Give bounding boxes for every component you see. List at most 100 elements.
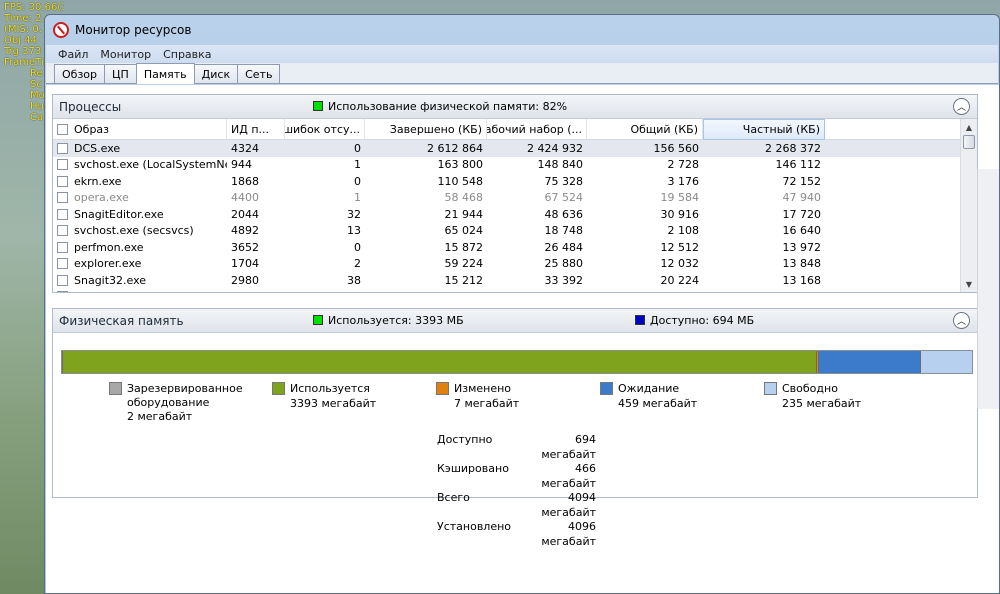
col-pid[interactable]: ИД п...	[227, 119, 285, 140]
legend-value: 3393 мегабайт	[290, 397, 377, 410]
menu-file[interactable]: Файл	[58, 48, 88, 61]
table-row[interactable]: explorer.exe 1704 2 59 224 25 880 12 032 13 84…	[53, 256, 977, 273]
col-private[interactable]: Частный (КБ)	[703, 119, 825, 140]
table-cell: 12 512	[660, 240, 700, 254]
table-row[interactable]: svchost.exe (secsvcs) 4892 13 65 024 18 748 2…	[53, 223, 977, 240]
collapse-physical-memory-button[interactable]: ︿	[953, 312, 970, 329]
table-row[interactable]: svchost.exe (netsvcs) 976430 55217 0527 6…	[53, 289, 977, 292]
resource-monitor-icon	[53, 22, 69, 38]
table-cell: 2044	[231, 207, 259, 221]
table-cell: 17 720	[782, 207, 822, 221]
table-cell: 1868	[231, 174, 259, 188]
table-cell: 1	[354, 191, 361, 205]
col-working-set[interactable]: Рабочий набор (...	[487, 119, 587, 140]
process-checkbox[interactable]	[57, 142, 68, 154]
table-row[interactable]: svchost.exe (LocalSystemNet... 944 1 163 80…	[53, 157, 977, 174]
tab-network[interactable]: Сеть	[237, 64, 281, 83]
menu-help[interactable]: Справка	[163, 48, 211, 61]
table-cell: 25 880	[544, 257, 584, 271]
table-cell: 58 468	[444, 191, 484, 205]
process-checkbox[interactable]	[57, 208, 68, 220]
col-hard-faults[interactable]: Ошибок отсу...	[285, 119, 365, 140]
available-label: Доступно: 694 МБ	[650, 314, 755, 327]
table-row[interactable]: opera.exe 4400 1 58 468 67 524 19 584 47 940	[53, 190, 977, 207]
table-row[interactable]: perfmon.exe 3652 0 15 872 26 484 12 512 13 972	[53, 239, 977, 256]
table-row[interactable]: SnagitEditor.exe 2044 32 21 944 48 636 30 916…	[53, 206, 977, 223]
table-cell: 13	[347, 224, 361, 238]
table-cell: 156 560	[653, 141, 700, 155]
legend-reserved: Зарезервированное оборудование 2 мегабай…	[109, 382, 247, 424]
table-cell: 1	[354, 158, 361, 172]
scroll-thumb[interactable]	[963, 135, 975, 149]
table-row[interactable]: ekrn.exe 1868 0 110 548 75 328 3 176 72 152	[53, 173, 977, 190]
table-row[interactable]: Snagit32.exe 2980 38 15 212 33 392 20 224 13 1…	[53, 272, 977, 289]
table-cell: 33 392	[544, 273, 584, 287]
table-cell: 7 676	[587, 290, 703, 292]
legend-color-square	[109, 382, 122, 395]
col-commit[interactable]: Завершено (КБ)	[365, 119, 487, 140]
legend-color-square	[272, 382, 285, 395]
menu-monitor[interactable]: Монитор	[100, 48, 151, 61]
tab-cpu[interactable]: ЦП	[104, 64, 137, 83]
stat-key: Всего	[437, 491, 470, 504]
table-cell: 13 972	[782, 240, 822, 254]
process-name-cell: Snagit32.exe	[53, 274, 227, 287]
process-name-cell: svchost.exe (secsvcs)	[53, 224, 227, 237]
physical-memory-title: Физическая память	[59, 313, 184, 328]
collapse-processes-button[interactable]: ︿	[953, 98, 970, 115]
table-cell: 21 944	[444, 207, 484, 221]
memory-usage-bar	[61, 350, 973, 374]
table-scrollbar[interactable]: ▲ ▼	[960, 119, 977, 292]
title-bar[interactable]: Монитор ресурсов	[45, 15, 999, 45]
physical-memory-header[interactable]: Физическая память Используется: 3393 МБ …	[53, 309, 977, 333]
stat-value: 466 мегабайт	[541, 462, 596, 490]
process-checkbox[interactable]	[57, 241, 68, 253]
process-checkbox[interactable]	[57, 175, 68, 187]
table-cell: 15 212	[444, 273, 484, 287]
process-checkbox[interactable]	[57, 225, 68, 237]
window-scrollbar[interactable]	[977, 169, 999, 409]
process-name-cell: ekrn.exe	[53, 175, 227, 188]
select-all-checkbox[interactable]	[57, 124, 68, 135]
table-cell: 4	[285, 290, 365, 292]
stat-value: 4096 мегабайт	[541, 520, 596, 548]
tab-bar: Обзор ЦП Память Диск Сеть	[46, 63, 998, 84]
table-cell: 163 800	[437, 158, 484, 172]
memory-usage-label: Использование физической памяти: 82%	[328, 100, 568, 113]
memory-stats: Доступно 694 мегабайт Кэшировано 466 мегаб…	[437, 433, 596, 549]
process-name-cell: svchost.exe (netsvcs)	[53, 290, 227, 292]
tab-disk[interactable]: Диск	[193, 64, 239, 83]
window-title: Монитор ресурсов	[75, 23, 192, 37]
process-checkbox[interactable]	[57, 291, 68, 292]
process-checkbox[interactable]	[57, 258, 68, 270]
stat-key: Доступно	[437, 433, 493, 446]
processes-header[interactable]: Процессы Использование физической памяти…	[53, 95, 977, 119]
table-cell: 3 176	[667, 174, 700, 188]
process-name: opera.exe	[74, 191, 129, 205]
table-cell: 17 052	[487, 290, 587, 292]
available-info: Доступно: 694 МБ	[635, 314, 754, 327]
tab-overview[interactable]: Обзор	[54, 64, 106, 83]
legend-color-square	[436, 382, 449, 395]
tab-memory[interactable]: Память	[135, 63, 195, 84]
col-image[interactable]: Образ	[53, 119, 227, 140]
col-image-label: Образ	[74, 123, 110, 136]
used-color-square	[313, 315, 323, 325]
table-cell: 2 612 864	[427, 141, 483, 155]
table-cell: 30 552	[365, 290, 487, 292]
table-cell: 47 940	[782, 191, 822, 205]
table-row[interactable]: DCS.exe 4324 0 2 612 864 2 424 932 156 560 2 2…	[53, 140, 977, 157]
legend-label: Зарезервированное оборудование	[127, 382, 243, 409]
scroll-down-icon[interactable]: ▼	[961, 276, 977, 292]
scroll-up-icon[interactable]: ▲	[961, 119, 977, 135]
stat-key: Кэшировано	[437, 462, 509, 475]
table-cell: 19 584	[660, 191, 700, 205]
col-shareable[interactable]: Общий (КБ)	[587, 119, 703, 140]
table-cell: 2 268 372	[765, 141, 821, 155]
process-checkbox[interactable]	[57, 159, 68, 171]
legend-label: Свободно	[782, 382, 838, 395]
process-checkbox[interactable]	[57, 274, 68, 286]
stat-available: Доступно 694 мегабайт	[437, 433, 596, 462]
process-checkbox[interactable]	[57, 192, 68, 204]
process-name-cell: opera.exe	[53, 191, 227, 204]
